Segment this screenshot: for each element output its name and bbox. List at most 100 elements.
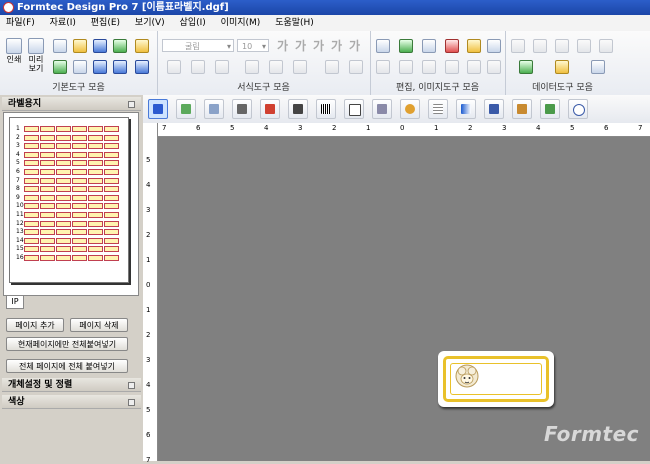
delete-page-button[interactable]: 페이지 삭제 xyxy=(70,318,128,332)
align-top-icon[interactable] xyxy=(245,60,259,74)
color-header[interactable]: 색상 xyxy=(2,395,141,409)
collapse-icon[interactable] xyxy=(128,101,135,108)
label-paper-header[interactable]: 라벨용지 xyxy=(2,97,141,111)
rectangle-tool-button[interactable] xyxy=(344,99,364,119)
format-tools-group: 굴림 ▾ 10 ▾ 가 가 가 가 가 서식도구 모음 xyxy=(157,31,371,95)
image-icon[interactable] xyxy=(53,60,67,74)
align-bottom-icon[interactable] xyxy=(293,60,307,74)
bold-icon[interactable]: 가 xyxy=(313,37,324,54)
text-tool-button[interactable] xyxy=(176,99,196,119)
menu-image[interactable]: 이미지(M) xyxy=(215,15,267,31)
add-page-button[interactable]: 페이지 추가 xyxy=(6,318,64,332)
italic-icon[interactable]: 가 xyxy=(331,37,342,54)
object-settings-header[interactable]: 개체설정 및 정렬 xyxy=(2,378,141,392)
data-first-icon[interactable] xyxy=(511,39,525,53)
data-edit-icon[interactable] xyxy=(519,60,533,74)
open-icon[interactable] xyxy=(73,39,87,53)
data-connect-icon[interactable] xyxy=(555,60,569,74)
zoom-actual-icon[interactable] xyxy=(135,60,149,74)
label-cell xyxy=(88,203,103,210)
new-icon[interactable] xyxy=(53,39,67,53)
paste-current-page-button[interactable]: 현재페이지에만 전체붙여넣기 xyxy=(6,337,128,351)
align-middle-icon[interactable] xyxy=(269,60,283,74)
shape-tool-button[interactable] xyxy=(400,99,420,119)
data-last-icon[interactable] xyxy=(599,39,613,53)
underline-icon[interactable]: 가 xyxy=(349,37,360,54)
cut-icon[interactable] xyxy=(445,39,459,53)
menu-edit[interactable]: 편집(E) xyxy=(85,15,126,31)
barcode-tool-button[interactable] xyxy=(316,99,336,119)
label-cell xyxy=(56,134,71,141)
align-right-icon[interactable] xyxy=(215,60,229,74)
page-tab-ip[interactable]: IP xyxy=(6,296,24,309)
paste-all-pages-button[interactable]: 전체 페이지에 전체 붙여넣기 xyxy=(6,359,128,373)
expand-icon[interactable] xyxy=(128,399,135,406)
menu-data[interactable]: 자료(I) xyxy=(44,15,82,31)
rotate-icon[interactable] xyxy=(399,60,413,74)
data-prev-icon[interactable] xyxy=(533,39,547,53)
size-combo[interactable]: 10 ▾ xyxy=(237,39,269,52)
label-cell xyxy=(24,255,39,261)
menu-view[interactable]: 보기(V) xyxy=(129,15,171,31)
export-icon[interactable] xyxy=(135,39,149,53)
zoom-in-icon[interactable] xyxy=(93,60,107,74)
label-cell xyxy=(40,151,55,158)
fit-page-icon[interactable] xyxy=(73,60,87,74)
font-grow-icon[interactable]: 가 xyxy=(277,37,288,54)
label-cell xyxy=(56,160,71,167)
select-tool-button[interactable] xyxy=(148,99,168,119)
label-sheet-thumbnail[interactable]: 1 2 3 4 5 6 7 8 9 10 11 12 13 14 15 16 xyxy=(9,117,129,283)
properties-icon[interactable] xyxy=(376,39,390,53)
color-title: 색상 xyxy=(8,397,25,407)
design-canvas[interactable] xyxy=(158,137,650,461)
preview-button[interactable]: 미리 보기 xyxy=(25,38,47,73)
print-button[interactable]: 인쇄 xyxy=(3,38,25,64)
align-left-icon[interactable] xyxy=(167,60,181,74)
label-cell xyxy=(40,194,55,201)
line-spacing-icon[interactable] xyxy=(349,60,363,74)
ruler-tick-label: 5 xyxy=(230,124,235,132)
text-direction-icon[interactable] xyxy=(325,60,339,74)
delete-icon[interactable] xyxy=(487,39,501,53)
ruler-tick-label: 2 xyxy=(146,331,151,339)
copy-format-icon[interactable] xyxy=(399,39,413,53)
textbox-tool-button[interactable] xyxy=(204,99,224,119)
qrcode-tool-button[interactable] xyxy=(288,99,308,119)
label-cell xyxy=(56,169,71,175)
font-shrink-icon[interactable]: 가 xyxy=(295,37,306,54)
line-tool-button[interactable] xyxy=(372,99,392,119)
label-cell xyxy=(104,151,119,158)
group-icon[interactable] xyxy=(376,60,390,74)
align-center-icon[interactable] xyxy=(191,60,205,74)
refresh-icon[interactable] xyxy=(113,39,127,53)
undo-icon[interactable] xyxy=(445,60,459,74)
data-next-icon[interactable] xyxy=(577,39,591,53)
paint-tool-button[interactable] xyxy=(260,99,280,119)
vertical-text-tool-button[interactable] xyxy=(232,99,252,119)
stamp-tool-button[interactable] xyxy=(568,99,588,119)
menu-insert[interactable]: 삽입(I) xyxy=(174,15,212,31)
format-tools-label: 서식도구 모음 xyxy=(237,83,290,93)
data-search-icon[interactable] xyxy=(555,39,569,53)
label-paper-preview[interactable]: 1 2 3 4 5 6 7 8 9 10 11 12 13 14 15 16 xyxy=(3,112,139,296)
name-tag-label[interactable] xyxy=(438,351,554,407)
mirror-h-icon[interactable] xyxy=(487,60,501,74)
gradient-tool-button[interactable] xyxy=(456,99,476,119)
zoom-out-icon[interactable] xyxy=(113,60,127,74)
paste-icon[interactable] xyxy=(467,39,481,53)
save-icon[interactable] xyxy=(93,39,107,53)
clipart-tool-button[interactable] xyxy=(512,99,532,119)
arrow-tool-button[interactable] xyxy=(484,99,504,119)
copy-icon[interactable] xyxy=(422,39,436,53)
ruler-tick-label: 2 xyxy=(468,124,473,132)
expand-icon[interactable] xyxy=(128,382,135,389)
mirror-v-icon[interactable] xyxy=(467,60,481,74)
label-row-number: 14 xyxy=(16,236,24,244)
menu-help[interactable]: 도움말(H) xyxy=(269,15,320,31)
menu-file[interactable]: 파일(F) xyxy=(0,15,41,31)
flip-icon[interactable] xyxy=(422,60,436,74)
picture-tool-button[interactable] xyxy=(540,99,560,119)
data-import-icon[interactable] xyxy=(591,60,605,74)
font-combo[interactable]: 굴림 ▾ xyxy=(162,39,234,52)
table-tool-button[interactable] xyxy=(428,99,448,119)
